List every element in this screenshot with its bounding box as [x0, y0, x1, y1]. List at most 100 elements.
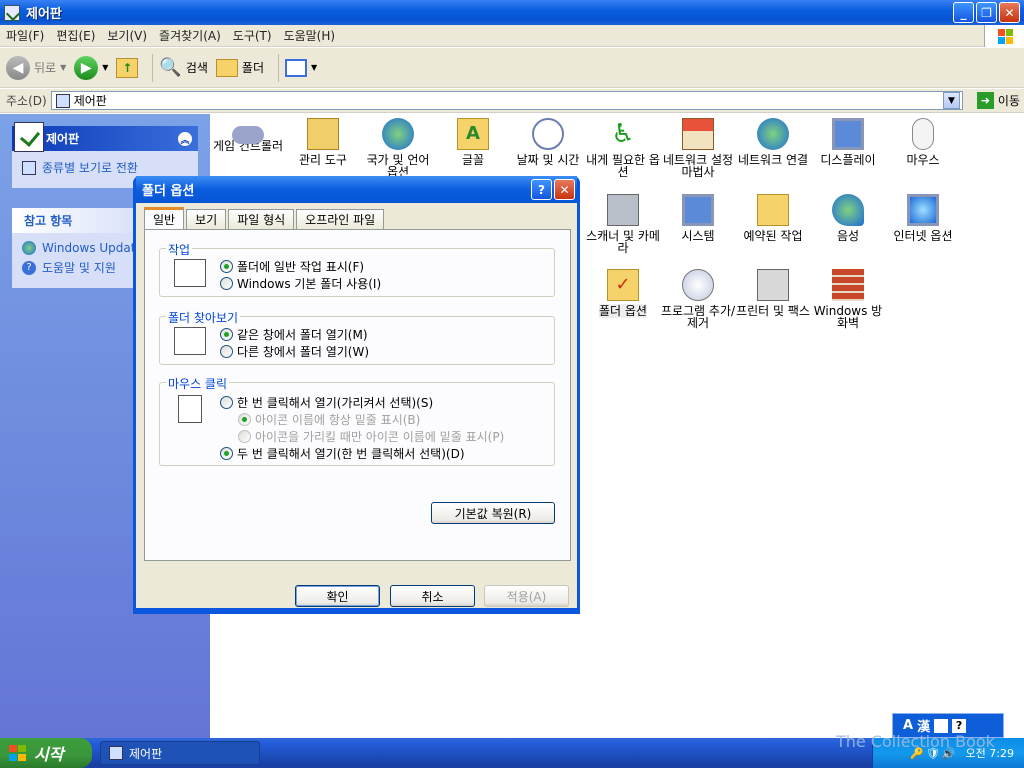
- radio-selected-icon: [220, 328, 233, 341]
- panel-header[interactable]: 제어판 ︽: [12, 122, 198, 152]
- speech-icon: [832, 194, 864, 226]
- up-button[interactable]: ↑: [116, 57, 139, 78]
- single-click-radio[interactable]: 한 번 클릭해서 열기(가리켜서 선택)(S): [220, 394, 433, 411]
- item-scanners-cameras[interactable]: 스캐너 및 카메라: [585, 194, 661, 254]
- item-printers-faxes[interactable]: 프린터 및 팩스: [735, 269, 811, 317]
- start-button[interactable]: 시작: [0, 738, 92, 768]
- item-label: 내게 필요한 옵션: [586, 153, 660, 179]
- dialog-help-button[interactable]: ?: [531, 179, 552, 200]
- cancel-button[interactable]: 취소: [390, 585, 475, 607]
- menu-help[interactable]: 도움말(H): [278, 27, 342, 44]
- radio-icon: [220, 345, 233, 358]
- dialog-titlebar[interactable]: 폴더 옵션: [136, 176, 577, 203]
- item-windows-firewall[interactable]: Windows 방화벽: [810, 269, 886, 329]
- radio-selected-icon: [238, 413, 251, 426]
- tab-offline-files[interactable]: 오프라인 파일: [296, 209, 385, 229]
- radio-selected-icon: [220, 447, 233, 460]
- item-label: 시스템: [681, 229, 715, 243]
- address-dropdown-button[interactable]: ▼: [943, 92, 960, 109]
- item-date-time[interactable]: 날짜 및 시간: [510, 118, 586, 166]
- back-label: 뒤로: [34, 61, 57, 75]
- menu-file[interactable]: 파일(F): [0, 27, 50, 44]
- restore-button[interactable]: ❐: [976, 2, 997, 23]
- accessibility-icon: ♿: [611, 119, 635, 149]
- globe-icon: [382, 118, 414, 150]
- close-button[interactable]: ✕: [999, 2, 1020, 23]
- collapse-chevron-icon[interactable]: ︽: [178, 132, 192, 146]
- item-accessibility[interactable]: ♿ 내게 필요한 옵션: [585, 118, 661, 178]
- address-bar: 주소(D) 제어판: [0, 89, 1024, 113]
- radio-icon: [238, 430, 251, 443]
- forward-button[interactable]: ▶ ▼: [74, 55, 108, 80]
- go-arrow-icon: ➜: [976, 92, 994, 109]
- folders-button[interactable]: 폴더: [215, 58, 265, 77]
- item-game-controllers[interactable]: 게임 컨트롤러: [210, 118, 286, 152]
- folder-options-dialog: 폴더 옵션 ? ✕ 일반 보기 파일 형식 오프라인 파일 작업 폴더에 일반 …: [133, 176, 580, 614]
- system-icon: [682, 194, 714, 226]
- classic-folders-radio[interactable]: Windows 기본 폴더 사용(I): [220, 275, 381, 292]
- item-system[interactable]: 시스템: [660, 194, 736, 242]
- show-common-tasks-radio[interactable]: 폴더에 일반 작업 표시(F): [220, 258, 364, 275]
- radio-label: Windows 기본 폴더 사용(I): [237, 277, 382, 291]
- watermark-text: The Collection Book: [836, 732, 995, 751]
- restore-defaults-button[interactable]: 기본값 복원(R): [431, 502, 555, 524]
- switch-to-category-view-link[interactable]: 종류별 보기로 전환: [22, 159, 188, 176]
- minimize-button[interactable]: _: [953, 2, 974, 23]
- item-internet-options[interactable]: 인터넷 옵션: [885, 194, 961, 242]
- tab-general[interactable]: 일반: [144, 207, 185, 229]
- taskbar-item-control-panel[interactable]: 제어판: [100, 741, 260, 765]
- tab-view[interactable]: 보기: [186, 209, 227, 229]
- tab-file-types[interactable]: 파일 형식: [228, 209, 295, 229]
- window-titlebar[interactable]: 제어판 _ ❐ ✕: [0, 0, 1024, 25]
- ok-button[interactable]: 확인: [295, 585, 380, 607]
- control-panel-big-icon: [14, 122, 44, 152]
- item-mouse[interactable]: 마우스: [885, 118, 961, 166]
- item-scheduled-tasks[interactable]: 예약된 작업: [735, 194, 811, 242]
- group-label: 폴더 찾아보기: [166, 309, 241, 326]
- back-button[interactable]: ◀ 뒤로 ▼: [6, 55, 66, 80]
- item-label: 글꼴: [461, 153, 485, 167]
- item-folder-options[interactable]: ✓ 폴더 옵션: [585, 269, 661, 318]
- click-cursor-icon: [178, 395, 202, 423]
- go-button[interactable]: ➜ 이동: [976, 92, 1020, 109]
- item-fonts[interactable]: A 글꼴: [435, 118, 511, 166]
- item-display[interactable]: 디스플레이: [810, 118, 886, 166]
- radio-selected-icon: [220, 260, 233, 273]
- back-arrow-icon: ◀: [6, 55, 30, 80]
- link-label: 종류별 보기로 전환: [42, 161, 138, 175]
- radio-label: 다른 창에서 폴더 열기(W): [237, 345, 370, 359]
- address-input[interactable]: 제어판: [50, 91, 963, 110]
- ime-pad-icon[interactable]: [934, 718, 949, 733]
- input-mode-icon[interactable]: A: [903, 718, 913, 733]
- search-button[interactable]: 🔍 검색: [159, 57, 208, 78]
- item-speech[interactable]: 음성: [810, 194, 886, 242]
- item-network-connections[interactable]: 네트워크 연결: [735, 118, 811, 166]
- general-tab-page: 작업 폴더에 일반 작업 표시(F) Windows 기본 폴더 사용(I) 폴…: [144, 229, 571, 561]
- same-window-radio[interactable]: 같은 창에서 폴더 열기(M): [220, 326, 368, 343]
- control-panel-icon: [109, 746, 123, 760]
- menu-edit[interactable]: 편집(E): [50, 27, 101, 44]
- window-title: 제어판: [26, 7, 62, 22]
- menu-bar: 파일(F) 편집(E) 보기(V) 즐겨찾기(A) 도구(T) 도움말(H): [0, 25, 1024, 47]
- underline-always-radio: 아이콘 이름에 항상 밑줄 표시(B): [238, 411, 420, 428]
- menu-tools[interactable]: 도구(T): [227, 27, 278, 44]
- underline-hover-radio: 아이콘을 가리킬 때만 아이콘 이름에 밑줄 표시(P): [238, 428, 504, 445]
- dialog-close-button[interactable]: ✕: [554, 179, 575, 200]
- folders-label: 폴더: [241, 61, 265, 75]
- own-window-radio[interactable]: 다른 창에서 폴더 열기(W): [220, 343, 369, 360]
- item-regional-options[interactable]: 국가 및 언어 옵션: [360, 118, 436, 178]
- forward-arrow-icon: ▶: [74, 55, 99, 80]
- menu-view[interactable]: 보기(V): [101, 27, 153, 44]
- double-click-radio[interactable]: 두 번 클릭해서 열기(한 번 클릭해서 선택)(D): [220, 445, 465, 462]
- item-label: 네트워크 연결: [737, 153, 809, 167]
- firewall-icon: [832, 269, 864, 301]
- item-add-remove-programs[interactable]: 프로그램 추가/제거: [660, 269, 736, 329]
- views-button[interactable]: ▼: [285, 58, 317, 77]
- help-icon[interactable]: ?: [952, 718, 967, 733]
- radio-label: 두 번 클릭해서 열기(한 번 클릭해서 선택)(D): [237, 447, 465, 461]
- item-admin-tools[interactable]: 관리 도구: [285, 118, 361, 166]
- item-network-wizard[interactable]: 네트워크 설정 마법사: [660, 118, 736, 178]
- separator: [152, 53, 154, 82]
- menu-favorites[interactable]: 즐겨찾기(A): [153, 27, 227, 44]
- radio-label: 아이콘을 가리킬 때만 아이콘 이름에 밑줄 표시(P): [255, 430, 505, 444]
